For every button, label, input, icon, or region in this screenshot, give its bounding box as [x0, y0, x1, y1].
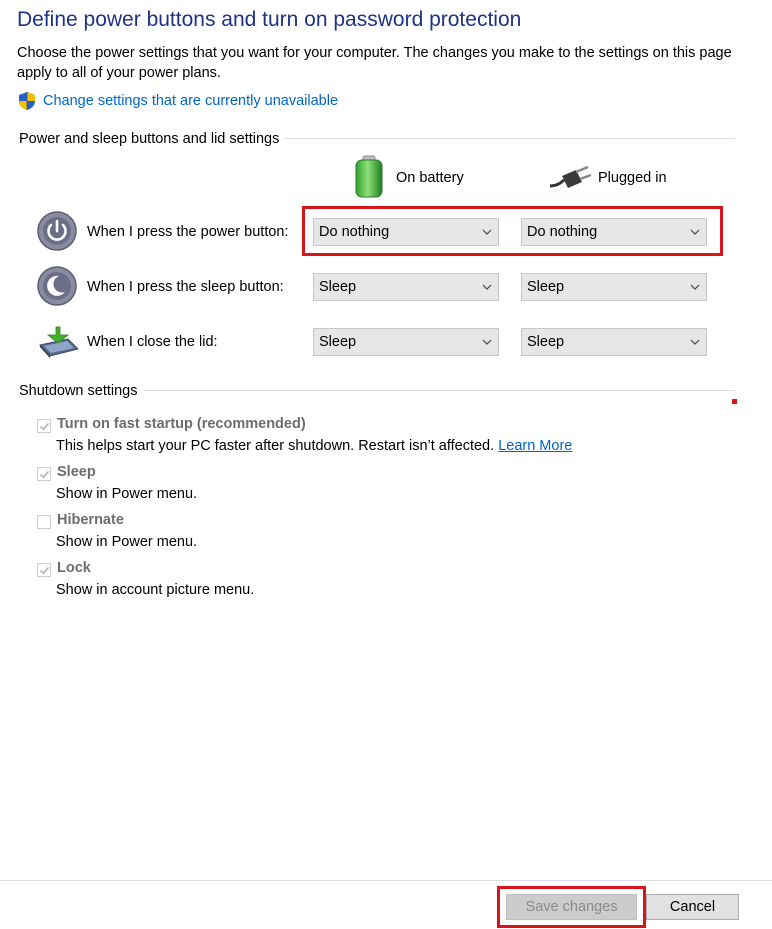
uac-shield-icon [17, 91, 37, 111]
highlight-box [497, 886, 646, 928]
sleep-button-label: When I press the sleep button: [87, 279, 284, 295]
fast-startup-title: Turn on fast startup (recommended) [57, 416, 306, 432]
laptop-lid-icon [36, 323, 80, 359]
buttons-section-title: Power and sleep buttons and lid settings [19, 131, 286, 147]
power-button-label: When I press the power button: [87, 224, 289, 240]
sleep-button-battery-select[interactable]: Sleep [313, 273, 499, 301]
lock-desc: Show in account picture menu. [56, 582, 255, 598]
checkmark-icon [40, 567, 50, 575]
checkmark-icon [40, 471, 50, 479]
lid-plugged-select[interactable]: Sleep [521, 328, 707, 356]
select-value: Sleep [319, 279, 357, 295]
hibernate-desc: Show in Power menu. [56, 534, 198, 550]
sleep-desc: Show in Power menu. [56, 486, 198, 502]
chevron-down-icon [690, 284, 700, 290]
chevron-down-icon [482, 339, 492, 345]
lid-battery-select[interactable]: Sleep [313, 328, 499, 356]
chevron-down-icon [690, 339, 700, 345]
cancel-button[interactable]: Cancel [646, 894, 739, 920]
shutdown-section-title: Shutdown settings [19, 383, 144, 399]
fast-startup-desc: This helps start your PC faster after sh… [56, 438, 572, 454]
page-description: Choose the power settings that you want … [17, 45, 732, 81]
lock-title: Lock [57, 560, 91, 576]
sleep-button-plugged-select[interactable]: Sleep [521, 273, 707, 301]
chevron-down-icon [482, 284, 492, 290]
learn-more-link[interactable]: Learn More [498, 438, 572, 454]
power-button-icon [37, 211, 77, 251]
highlight-box [302, 206, 723, 256]
sleep-title: Sleep [57, 464, 96, 480]
lock-checkbox[interactable] [37, 563, 51, 577]
battery-icon [352, 155, 386, 199]
highlight-marker [732, 399, 737, 404]
page-title: Define power buttons and turn on passwor… [17, 8, 522, 31]
plugged-in-header: Plugged in [598, 170, 667, 186]
on-battery-header: On battery [396, 170, 464, 186]
plug-icon [548, 164, 592, 192]
select-value: Sleep [319, 334, 357, 350]
checkmark-icon [40, 423, 50, 431]
hibernate-title: Hibernate [57, 512, 124, 528]
fast-startup-desc-text: This helps start your PC faster after sh… [56, 438, 495, 454]
select-value: Sleep [527, 279, 565, 295]
sleep-checkbox[interactable] [37, 467, 51, 481]
fast-startup-checkbox[interactable] [37, 419, 51, 433]
footer-divider [0, 880, 772, 881]
select-value: Sleep [527, 334, 565, 350]
hibernate-checkbox[interactable] [37, 515, 51, 529]
sleep-button-icon [37, 266, 77, 306]
lid-label: When I close the lid: [87, 334, 218, 350]
change-settings-link[interactable]: Change settings that are currently unava… [43, 93, 338, 109]
